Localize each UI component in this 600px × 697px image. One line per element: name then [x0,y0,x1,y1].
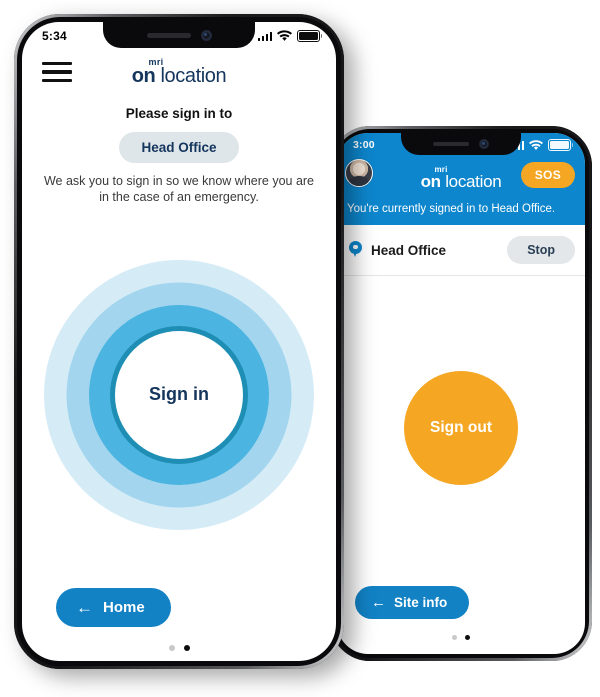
phone-right-page-dots [337,635,585,640]
home-label: Home [103,599,145,616]
phone-right-main-area: Sign out [337,276,585,586]
phone-left-device: 5:34 mri on location Please sign in to H… [14,14,344,669]
user-avatar[interactable] [345,159,373,187]
current-site-row: Head Office Stop [337,225,585,276]
logo-on-location-text: on location [420,172,502,191]
wifi-icon [529,139,543,150]
page-dot[interactable] [168,645,175,651]
status-time: 3:00 [353,139,375,151]
signed-in-banner: You're currently signed in to Head Offic… [347,203,556,215]
status-time: 5:34 [42,29,67,43]
page-dot[interactable] [452,635,457,640]
phone-left-notch [103,22,255,48]
location-pin-icon [349,241,362,259]
page-dot-active[interactable] [465,635,470,640]
phone-left-logo: mri on location [131,58,227,87]
current-site-name: Head Office [371,242,447,258]
arrow-left-icon: ← [371,594,386,611]
phone-left-page-dots [22,645,336,651]
cellular-bars-icon [257,31,272,41]
arrow-left-icon: ← [76,598,93,617]
phone-right-logo: mri on location [420,166,502,191]
home-button[interactable]: ← Home [56,588,171,627]
page-dot-active[interactable] [183,645,190,651]
battery-full-icon [297,29,323,43]
phone-left-app-header: mri on location [22,48,336,96]
phone-right-device: 3:00 mri on location SOS You're currentl… [330,126,592,661]
front-camera-icon [200,29,212,41]
phone-right-screen: 3:00 mri on location SOS You're currentl… [337,133,585,654]
stop-button[interactable]: Stop [507,236,575,264]
logo-on-location-text: on location [131,65,227,87]
sign-in-rings-area: Sign in [22,201,336,588]
front-camera-icon [479,139,489,149]
site-info-button[interactable]: ← Site info [355,586,470,619]
sign-in-button[interactable]: Sign in [115,330,243,459]
hamburger-menu-icon[interactable] [42,62,72,82]
status-indicators [257,29,323,43]
site-selector-button[interactable]: Head Office [119,132,239,163]
sos-button[interactable]: SOS [520,162,575,188]
site-info-label: Site info [394,595,448,610]
phone-right-bottom-nav: ← Site info [337,586,585,654]
battery-full-icon [548,138,574,152]
earpiece-speaker-icon [433,142,469,146]
phone-left-screen: 5:34 mri on location Please sign in to H… [22,22,336,661]
phone-right-notch [401,133,521,155]
wifi-icon [277,30,292,41]
phone-right-logo-row: mri on location SOS [337,155,585,201]
phone-left-bottom-nav: ← Home [22,588,336,661]
earpiece-speaker-icon [146,32,191,38]
sign-out-button[interactable]: Sign out [404,371,518,485]
sign-in-prompt: Please sign in to [125,106,233,121]
